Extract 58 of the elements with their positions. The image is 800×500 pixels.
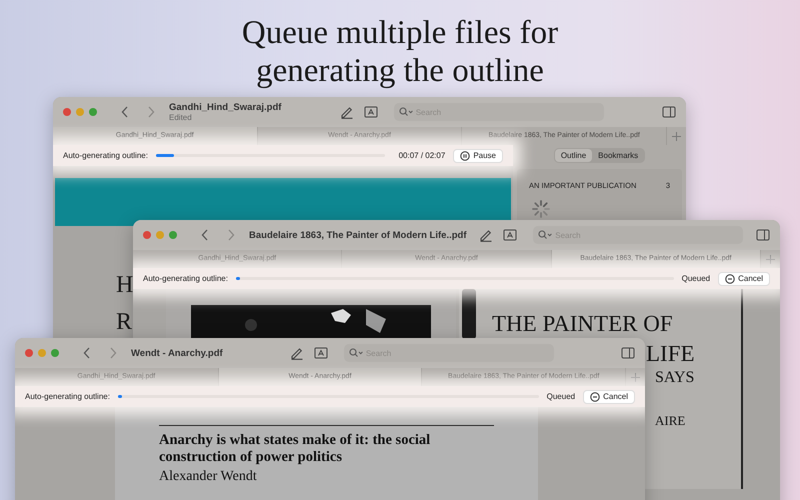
sidebar-icon[interactable] <box>621 347 635 359</box>
page-text: SAYS <box>655 369 696 387</box>
back-icon[interactable] <box>121 106 129 118</box>
minimize-button[interactable] <box>76 108 84 116</box>
zoom-button[interactable] <box>89 108 97 116</box>
window-subtitle: Edited <box>169 113 193 122</box>
close-button[interactable] <box>143 231 151 239</box>
close-button[interactable] <box>25 349 33 357</box>
pencil-icon[interactable] <box>290 346 304 360</box>
zoom-button[interactable] <box>51 349 59 357</box>
back-icon[interactable] <box>83 347 91 359</box>
back-icon[interactable] <box>201 229 209 241</box>
pause-icon <box>460 150 470 160</box>
plus-icon[interactable] <box>631 372 640 382</box>
search-icon <box>538 230 552 240</box>
minus-circle-icon <box>590 392 600 402</box>
progress-status: Queued <box>682 274 710 283</box>
article-author: Alexander Wendt <box>159 469 258 485</box>
segment[interactable]: Bookmarks <box>592 149 644 162</box>
plus-icon[interactable] <box>672 132 682 140</box>
cancel-button[interactable]: Cancel <box>583 390 635 404</box>
page-text: AIRE <box>655 413 686 429</box>
progress-status: 00:07 / 02:07 <box>398 151 446 160</box>
page-text: H <box>116 272 134 299</box>
page-text: R <box>116 309 132 336</box>
forward-icon[interactable] <box>147 106 155 118</box>
window-title: Wendt - Anarchy.pdf <box>131 348 223 358</box>
pause-button[interactable]: Pause <box>453 148 503 162</box>
headline-text: Queue multiple files for <box>242 14 558 52</box>
close-button[interactable] <box>63 108 71 116</box>
minimize-button[interactable] <box>156 231 164 239</box>
window-title: Baudelaire 1863, The Painter of Modern Life..pdf <box>249 230 466 240</box>
headline-text: generating the outline <box>256 52 544 90</box>
article-title: Anarchy is what states make of it: the social construction of power politics <box>159 432 432 466</box>
search-icon <box>398 107 413 117</box>
progress-label: Auto-generating outline: <box>63 151 148 160</box>
minus-circle-icon <box>725 274 736 284</box>
search-icon <box>348 348 363 358</box>
zoom-button[interactable] <box>169 231 177 239</box>
cancel-button[interactable]: Cancel <box>718 272 770 286</box>
progress-status: Queued <box>546 392 576 401</box>
text-box-icon[interactable] <box>314 347 328 359</box>
sidebar-icon[interactable] <box>662 106 676 118</box>
forward-icon[interactable] <box>109 347 117 359</box>
text-box-icon[interactable] <box>503 229 518 241</box>
segment[interactable]: Outline <box>554 149 592 162</box>
page-text: LIFE <box>646 341 696 367</box>
window-title: Gandhi_Hind_Swaraj.pdf <box>169 102 282 113</box>
plus-icon[interactable] <box>766 254 775 264</box>
progress-label: Auto-generating outline: <box>143 274 228 283</box>
minimize-button[interactable] <box>38 349 46 357</box>
pencil-icon[interactable] <box>479 228 494 242</box>
forward-icon[interactable] <box>227 229 235 241</box>
sidebar-icon[interactable] <box>756 229 770 241</box>
text-box-icon[interactable] <box>364 106 378 118</box>
page-heading: THE PAINTER OF <box>492 311 674 337</box>
pencil-icon[interactable] <box>340 105 354 119</box>
progress-label: Auto-generating outline: <box>25 392 110 401</box>
